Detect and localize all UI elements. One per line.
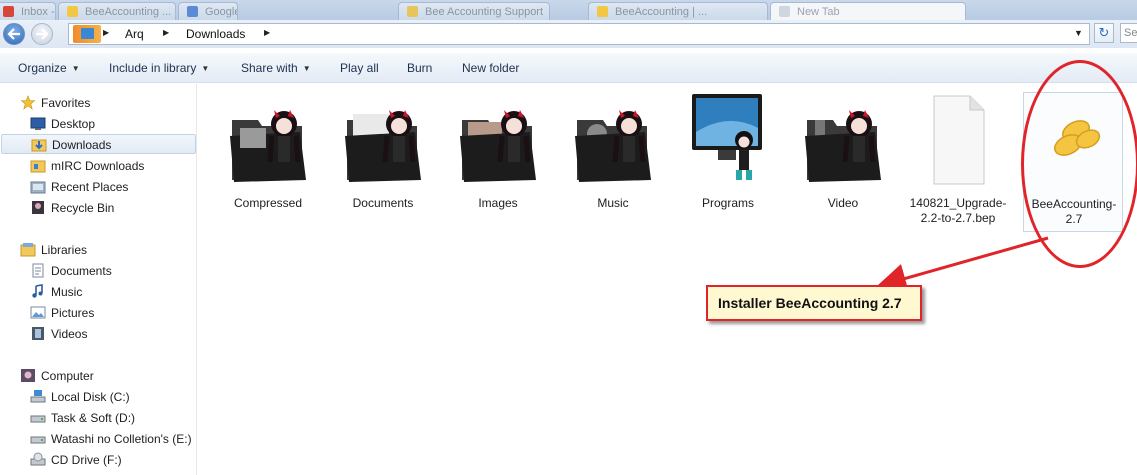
back-button[interactable]: [3, 23, 25, 45]
recent-places-icon: [30, 181, 46, 194]
browser-tab[interactable]: Google ...: [178, 2, 238, 20]
mail-icon: [3, 6, 14, 17]
share-with-button[interactable]: Share with ▼: [241, 61, 311, 75]
burn-button[interactable]: Burn: [407, 61, 432, 75]
breadcrumb-arrow-icon[interactable]: ▶: [163, 28, 169, 37]
breadcrumb-arrow-icon[interactable]: ▶: [264, 28, 270, 37]
libraries-icon: [20, 243, 36, 257]
organize-button[interactable]: Organize ▼: [18, 61, 80, 75]
anime-folder-icon: [805, 110, 881, 182]
breadcrumb-downloads[interactable]: Downloads: [186, 27, 245, 41]
highlight-ellipse: [1021, 60, 1137, 268]
folder-documents[interactable]: Documents: [333, 92, 433, 232]
pictures-icon: [30, 306, 46, 319]
chevron-down-icon: ▼: [201, 64, 210, 73]
address-bar[interactable]: ▶ Arq ▶ Downloads ▶: [68, 23, 1090, 45]
documents-icon: [32, 263, 44, 278]
address-row: ▶ Arq ▶ Downloads ▶ ▼ ↻ Se: [0, 20, 1137, 48]
anime-folder-icon: [575, 110, 651, 182]
folder-icon: [30, 160, 46, 173]
file-list: Compressed Documents Images Music Progra…: [198, 84, 1137, 475]
folder-location-icon: [73, 25, 101, 43]
command-bar: Organize ▼ Include in library ▼ Share with…: [0, 53, 1137, 83]
browser-tab[interactable]: Inbox - ...: [0, 2, 56, 20]
hard-drive-icon: [30, 415, 46, 423]
bee-icon: [67, 6, 78, 17]
star-icon: [20, 95, 36, 110]
anime-folder-icon: [345, 110, 421, 182]
nav-downloads[interactable]: Downloads: [1, 134, 196, 154]
system-drive-icon: [30, 390, 46, 403]
folder-images[interactable]: Images: [448, 92, 548, 232]
browser-tab-active[interactable]: New Tab: [770, 2, 966, 20]
anime-folder-icon: [460, 110, 536, 182]
search-input[interactable]: Se: [1120, 23, 1137, 43]
back-arrow-icon: [7, 28, 20, 40]
folder-video[interactable]: Video: [793, 92, 893, 232]
browser-tab[interactable]: Bee Accounting Support: [398, 2, 550, 20]
cd-drive-icon: [30, 452, 46, 466]
annotation-callout: Installer BeeAccounting 2.7: [706, 285, 922, 321]
forward-button[interactable]: [31, 23, 53, 45]
forward-arrow-icon: [36, 28, 49, 40]
monitor-anime-icon: [692, 94, 762, 180]
google-icon: [187, 6, 198, 17]
browser-tab-strip: Inbox - ... BeeAccounting ... Google ...…: [0, 0, 1137, 20]
file-bep[interactable]: 140821_Upgrade-2.2-to-2.7.bep: [908, 92, 1008, 232]
recycle-bin-icon: [32, 201, 44, 214]
bee-icon: [407, 6, 418, 17]
chevron-down-icon: ▼: [302, 64, 311, 73]
address-dropdown-icon[interactable]: ▼: [1074, 28, 1083, 38]
play-all-button[interactable]: Play all: [340, 61, 379, 75]
include-in-library-button[interactable]: Include in library ▼: [109, 61, 209, 75]
desktop-icon: [30, 117, 46, 130]
blank-document-icon: [933, 95, 985, 185]
new-folder-button[interactable]: New folder: [462, 61, 519, 75]
film-strip-icon: [32, 327, 44, 340]
navigation-pane: Favorites Desktop Downloads mIRC Downloa…: [0, 84, 197, 475]
anime-folder-icon: [230, 110, 306, 182]
browser-tab[interactable]: BeeAccounting | ...: [588, 2, 768, 20]
folder-music[interactable]: Music: [563, 92, 663, 232]
breadcrumb-arq[interactable]: Arq: [125, 27, 144, 41]
browser-tab[interactable]: BeeAccounting ...: [58, 2, 176, 20]
downloads-folder-icon: [31, 139, 47, 152]
hard-drive-icon: [30, 436, 46, 444]
page-icon: [779, 6, 790, 17]
folder-programs[interactable]: Programs: [678, 92, 778, 232]
folder-compressed[interactable]: Compressed: [218, 92, 318, 232]
refresh-button[interactable]: ↻: [1094, 23, 1114, 43]
music-note-icon: [32, 284, 43, 298]
bee-icon: [597, 6, 608, 17]
chevron-down-icon: ▼: [71, 64, 80, 73]
computer-icon: [21, 369, 35, 382]
breadcrumb-arrow-icon[interactable]: ▶: [103, 28, 109, 37]
